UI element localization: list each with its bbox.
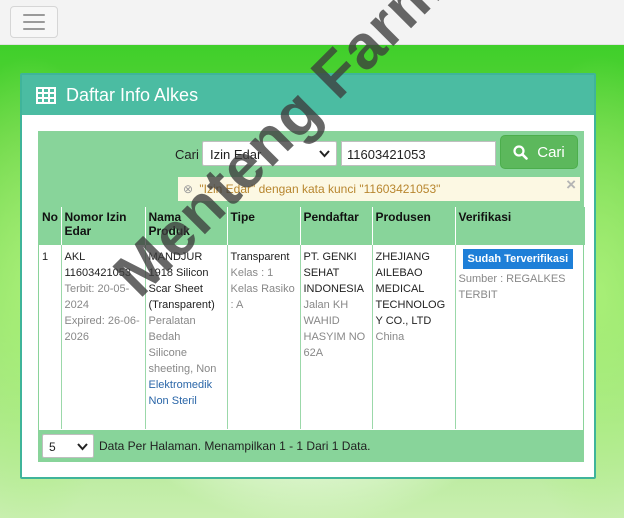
row-number: 1 [42,251,49,263]
registrant-address: Jalan KH WAHID HASYIM NO 62A [303,299,366,359]
product-subcategory: Silicone sheeting, Non [148,347,217,375]
izin-number: AKL 11603421053 [64,251,131,279]
close-alert-button[interactable]: × [566,175,576,195]
col-nama-produk: Nama Produk [145,207,228,245]
search-icon [513,144,529,160]
chevron-down-icon [319,150,330,158]
search-button-label: Cari [537,143,565,161]
table-row: 1 AKL 11603421053 Terbit: 20-05-2024 Exp… [39,245,585,429]
cell-tipe: Transparent Kelas : 1 Kelas Rasiko : A [227,245,301,429]
search-results-box: Cari Izin Edar 11603421053 Cari ⊗ "Izin … [38,131,585,462]
type-value: Transparent [230,251,290,263]
cell-no: 1 [39,245,62,429]
panel-title: Daftar Info Alkes [66,84,199,105]
cell-produsen: ZHEJIANG AILEBAO MEDICAL TECHNOLOGY CO.,… [372,245,456,429]
search-label: Cari [175,147,199,162]
product-name: MANDJUR 1918 Silicon Scar Sheet (Transpa… [148,251,215,311]
registrant-name: PT. GENKI SEHAT INDONESIA [303,251,365,295]
search-filter-text: "Izin Edar" dengan kata kunci "116034210… [199,182,441,196]
hamburger-icon [23,28,45,30]
info-alkes-panel: Daftar Info Alkes Cari Izin Edar 1160342… [20,73,596,479]
chevron-down-icon [77,443,88,451]
cell-izin-edar: AKL 11603421053 Terbit: 20-05-2024 Expir… [61,245,146,429]
manufacturer-name: ZHEJIANG AILEBAO MEDICAL TECHNOLOGY CO.,… [375,251,446,327]
hamburger-icon [23,14,45,16]
table-footer: 5 Data Per Halaman. Menampilkan 1 - 1 Da… [39,430,583,462]
table-header-row: No Nomor Izin Edar Nama Produk Tipe Pend… [39,207,585,245]
remove-filter-icon[interactable]: ⊗ [183,182,193,196]
per-page-select[interactable]: 5 [42,434,94,458]
panel-header: Daftar Info Alkes [22,75,594,115]
manufacturer-country: China [375,331,405,343]
class-value: Kelas : 1 [230,267,274,279]
col-tipe: Tipe [227,207,301,245]
expired-date: Expired: 26-06-2026 [64,315,140,343]
menu-toggle-button[interactable] [10,6,58,38]
search-filter-alert: ⊗ "Izin Edar" dengan kata kunci "1160342… [178,175,580,201]
terbit-date: Terbit: 20-05-2024 [64,283,130,311]
col-produsen: Produsen [372,207,456,245]
search-bar: Cari Izin Edar 11603421053 Cari ⊗ "Izin … [39,132,583,207]
col-pendaftar: Pendaftar [300,207,373,245]
search-input[interactable]: 11603421053 [341,141,496,166]
col-nomor-izin-edar: Nomor Izin Edar [61,207,146,245]
search-button[interactable]: Cari [500,135,578,169]
verification-source: Sumber : REGALKES TERBIT [458,273,566,301]
search-field-select[interactable]: Izin Edar [202,141,337,166]
table-icon [36,86,56,104]
verified-badge: Sudah Terverifikasi [462,249,574,269]
search-input-value: 11603421053 [347,147,426,162]
col-no: No [39,207,62,245]
hamburger-icon [23,21,45,23]
col-verifikasi: Verifikasi [455,207,585,245]
per-page-value: 5 [49,440,56,454]
product-category: Peralatan Bedah [148,315,196,343]
cell-nama-produk: MANDJUR 1918 Silicon Scar Sheet (Transpa… [145,245,228,429]
top-navbar [0,0,624,45]
alkes-table: No Nomor Izin Edar Nama Produk Tipe Pend… [39,207,585,429]
pagination-info: Data Per Halaman. Menampilkan 1 - 1 Dari… [99,439,371,453]
risk-class: Kelas Rasiko : A [230,283,295,311]
cell-pendaftar: PT. GENKI SEHAT INDONESIA Jalan KH WAHID… [300,245,373,429]
cell-verifikasi: Sudah Terverifikasi Sumber : REGALKES TE… [455,245,585,429]
product-subcategory-link[interactable]: Elektromedik Non Steril [149,377,224,409]
search-field-value: Izin Edar [210,147,262,162]
